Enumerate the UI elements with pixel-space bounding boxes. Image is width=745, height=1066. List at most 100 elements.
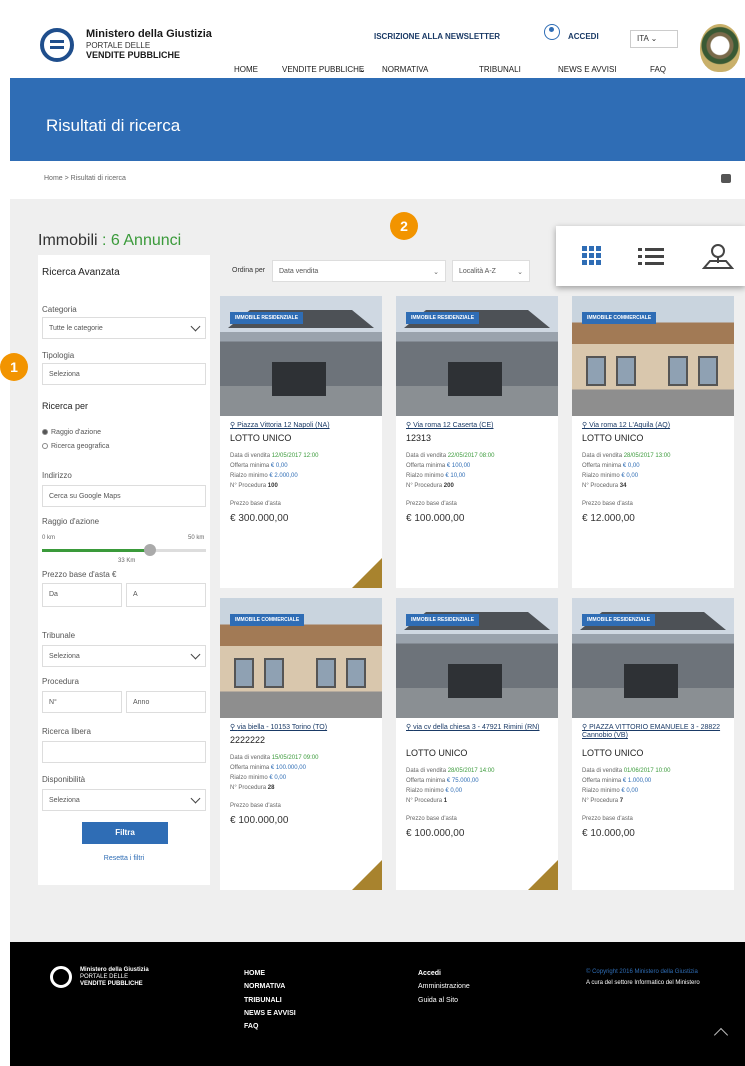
free-search-label: Ricerca libera <box>42 727 91 736</box>
footer-link-tribunali[interactable]: TRIBUNALI <box>244 994 296 1007</box>
base-price: € 12.000,00 <box>582 513 635 524</box>
price-to-input[interactable]: A <box>126 583 206 607</box>
min-offer-row: Offerta minima € 100.000,00 <box>230 765 375 771</box>
nav-news-avvisi[interactable]: NEWS E AVVISI <box>558 65 617 74</box>
procedure-label: N° Procedura <box>582 483 619 489</box>
sale-date-label: Data di vendita <box>406 453 447 459</box>
listing-card[interactable]: IMMOBILE COMMERCIALE ⚲ via biella - 1015… <box>220 598 382 890</box>
address-input[interactable]: Cerca su Google Maps <box>42 485 206 507</box>
auction-hammer-icon[interactable] <box>352 860 382 890</box>
procedura-number-input[interactable]: N° <box>42 691 122 713</box>
login-link[interactable]: ACCEDI <box>568 32 599 41</box>
listing-photo[interactable]: IMMOBILE RESIDENZIALE <box>396 598 558 718</box>
chevron-down-icon <box>190 321 201 332</box>
price-to-placeholder: A <box>133 591 138 598</box>
advanced-search-title: Ricerca Avanzata <box>42 267 120 278</box>
tipologia-select[interactable]: Seleziona <box>42 363 206 385</box>
listing-photo[interactable]: IMMOBILE RESIDENZIALE <box>396 296 558 416</box>
min-raise: € 0,00 <box>621 473 639 479</box>
category-value: Tutte le categorie <box>49 325 103 332</box>
nav-home[interactable]: HOME <box>234 65 258 74</box>
nav-vendite-chevron-icon[interactable]: ⌄ <box>359 65 366 74</box>
listing-photo[interactable]: IMMOBILE COMMERCIALE <box>220 598 382 718</box>
grid-view-icon[interactable] <box>582 246 602 266</box>
copyright-text: © Copyright 2016 Ministero della Giustiz… <box>586 969 698 975</box>
list-view-icon[interactable] <box>638 248 664 266</box>
radio-ricerca-geografica[interactable]: Ricerca geografica <box>42 443 109 450</box>
nav-tribunali[interactable]: TRIBUNALI <box>479 65 521 74</box>
listing-card[interactable]: IMMOBILE RESIDENZIALE ⚲ via cv della chi… <box>396 598 558 890</box>
user-icon[interactable] <box>544 24 560 40</box>
language-select[interactable]: ITA ⌄ <box>630 30 678 48</box>
site-logo-text[interactable]: Ministero della Giustizia PORTALE DELLE … <box>86 28 212 61</box>
availability-select[interactable]: Seleziona <box>42 789 206 811</box>
listing-card[interactable]: IMMOBILE COMMERCIALE ⚲ Via roma 12 L'Aqu… <box>572 296 734 588</box>
radius-slider[interactable] <box>42 544 206 556</box>
footer-logo-line2: PORTALE DELLE <box>80 974 129 981</box>
nav-faq[interactable]: FAQ <box>650 65 666 74</box>
listing-address-link[interactable]: ⚲ Via roma 12 Caserta (CE) <box>406 422 551 430</box>
tribunale-select[interactable]: Seleziona <box>42 645 206 667</box>
footer-link-guida[interactable]: Guida al Sito <box>418 994 470 1007</box>
sort-order-select[interactable]: Località A-Z ⌄ <box>452 260 530 282</box>
results-heading: Immobili : 6 Annunci <box>38 232 181 250</box>
results-count: 6 Annunci <box>110 232 182 249</box>
radius-slider-fill <box>42 549 151 552</box>
tipologia-label: Tipologia <box>42 351 75 360</box>
footer-link-amministrazione[interactable]: Amministrazione <box>418 980 470 993</box>
procedure-row: N° Procedura 28 <box>230 785 375 791</box>
reset-filters-link[interactable]: Resetta i filtri <box>38 855 210 862</box>
radio-raggio-azione[interactable]: Raggio d'azione <box>42 429 101 436</box>
newsletter-link[interactable]: ISCRIZIONE ALLA NEWSLETTER <box>374 32 500 41</box>
procedura-year-input[interactable]: Anno <box>126 691 206 713</box>
listing-address: PIAZZA VITTORIO EMANUELE 3 - 28822 Canno… <box>582 724 721 740</box>
footer-link-accedi[interactable]: Accedi <box>418 967 470 980</box>
listing-address-link[interactable]: ⚲ Piazza Vittoria 12 Napoli (NA) <box>230 422 375 430</box>
listing-address-link[interactable]: ⚲ PIAZZA VITTORIO EMANUELE 3 - 28822 Can… <box>582 724 727 741</box>
listing-card[interactable]: IMMOBILE RESIDENZIALE ⚲ PIAZZA VITTORIO … <box>572 598 734 890</box>
listing-photo[interactable]: IMMOBILE RESIDENZIALE <box>220 296 382 416</box>
sale-date-label: Data di vendita <box>230 755 271 761</box>
filter-button[interactable]: Filtra <box>82 822 168 844</box>
radio-geografica-label: Ricerca geografica <box>51 443 110 450</box>
sale-date-row: Data di vendita 01/06/2017 10:00 <box>582 768 727 774</box>
sort-by-select[interactable]: Data vendita ⌄ <box>272 260 446 282</box>
listing-card[interactable]: IMMOBILE RESIDENZIALE ⚲ Piazza Vittoria … <box>220 296 382 588</box>
min-offer: € 100.000,00 <box>270 765 306 771</box>
nav-normativa[interactable]: NORMATIVA <box>382 65 428 74</box>
procedure-label: N° Procedura <box>406 798 443 804</box>
listing-photo[interactable]: IMMOBILE RESIDENZIALE <box>572 598 734 718</box>
nav-vendite-pubbliche[interactable]: VENDITE PUBBLICHE <box>282 65 364 74</box>
listing-address-link[interactable]: ⚲ via cv della chiesa 3 - 47921 Rimini (… <box>406 724 551 732</box>
footer-link-faq[interactable]: FAQ <box>244 1020 296 1033</box>
radius-slider-handle[interactable] <box>144 544 157 556</box>
listing-card[interactable]: IMMOBILE RESIDENZIALE ⚲ Via roma 12 Case… <box>396 296 558 588</box>
footer-link-home[interactable]: HOME <box>244 967 296 980</box>
chevron-down-icon: ⌄ <box>650 34 658 43</box>
print-icon[interactable] <box>721 174 731 183</box>
auction-hammer-icon[interactable] <box>352 558 382 588</box>
procedure-row: N° Procedura 34 <box>582 483 727 489</box>
category-select[interactable]: Tutte le categorie <box>42 317 206 339</box>
free-search-input[interactable] <box>42 741 206 763</box>
italian-emblem-icon <box>700 24 740 72</box>
listing-address-link[interactable]: ⚲ Via roma 12 L'Aquila (AQ) <box>582 422 727 430</box>
chevron-down-icon: ⌄ <box>517 269 523 276</box>
radius-min: 0 km <box>42 535 56 541</box>
footer-link-news[interactable]: NEWS E AVVISI <box>244 1007 296 1020</box>
map-view-icon[interactable] <box>702 242 734 270</box>
auction-hammer-icon[interactable] <box>528 860 558 890</box>
price-from-input[interactable]: Da <box>42 583 122 607</box>
breadcrumb[interactable]: Home > Risultati di ricerca <box>44 175 126 182</box>
listing-address-link[interactable]: ⚲ via biella - 10153 Torino (TO) <box>230 724 375 732</box>
listing-photo[interactable]: IMMOBILE COMMERCIALE <box>572 296 734 416</box>
footer-link-normativa[interactable]: NORMATIVA <box>244 980 296 993</box>
footer-logo-text[interactable]: Ministero della Giustizia PORTALE DELLE … <box>80 967 149 989</box>
sale-date-row: Data di vendita 15/05/2017 09:00 <box>230 755 375 761</box>
back-to-top-icon[interactable] <box>713 1027 729 1043</box>
base-price-label: Prezzo base d'asta <box>406 501 457 507</box>
footer-logo-icon[interactable] <box>50 966 72 988</box>
min-offer-row: Offerta minima € 75.000,00 <box>406 778 551 784</box>
min-offer: € 0,00 <box>270 463 288 469</box>
ministry-logo-icon[interactable] <box>40 28 74 62</box>
